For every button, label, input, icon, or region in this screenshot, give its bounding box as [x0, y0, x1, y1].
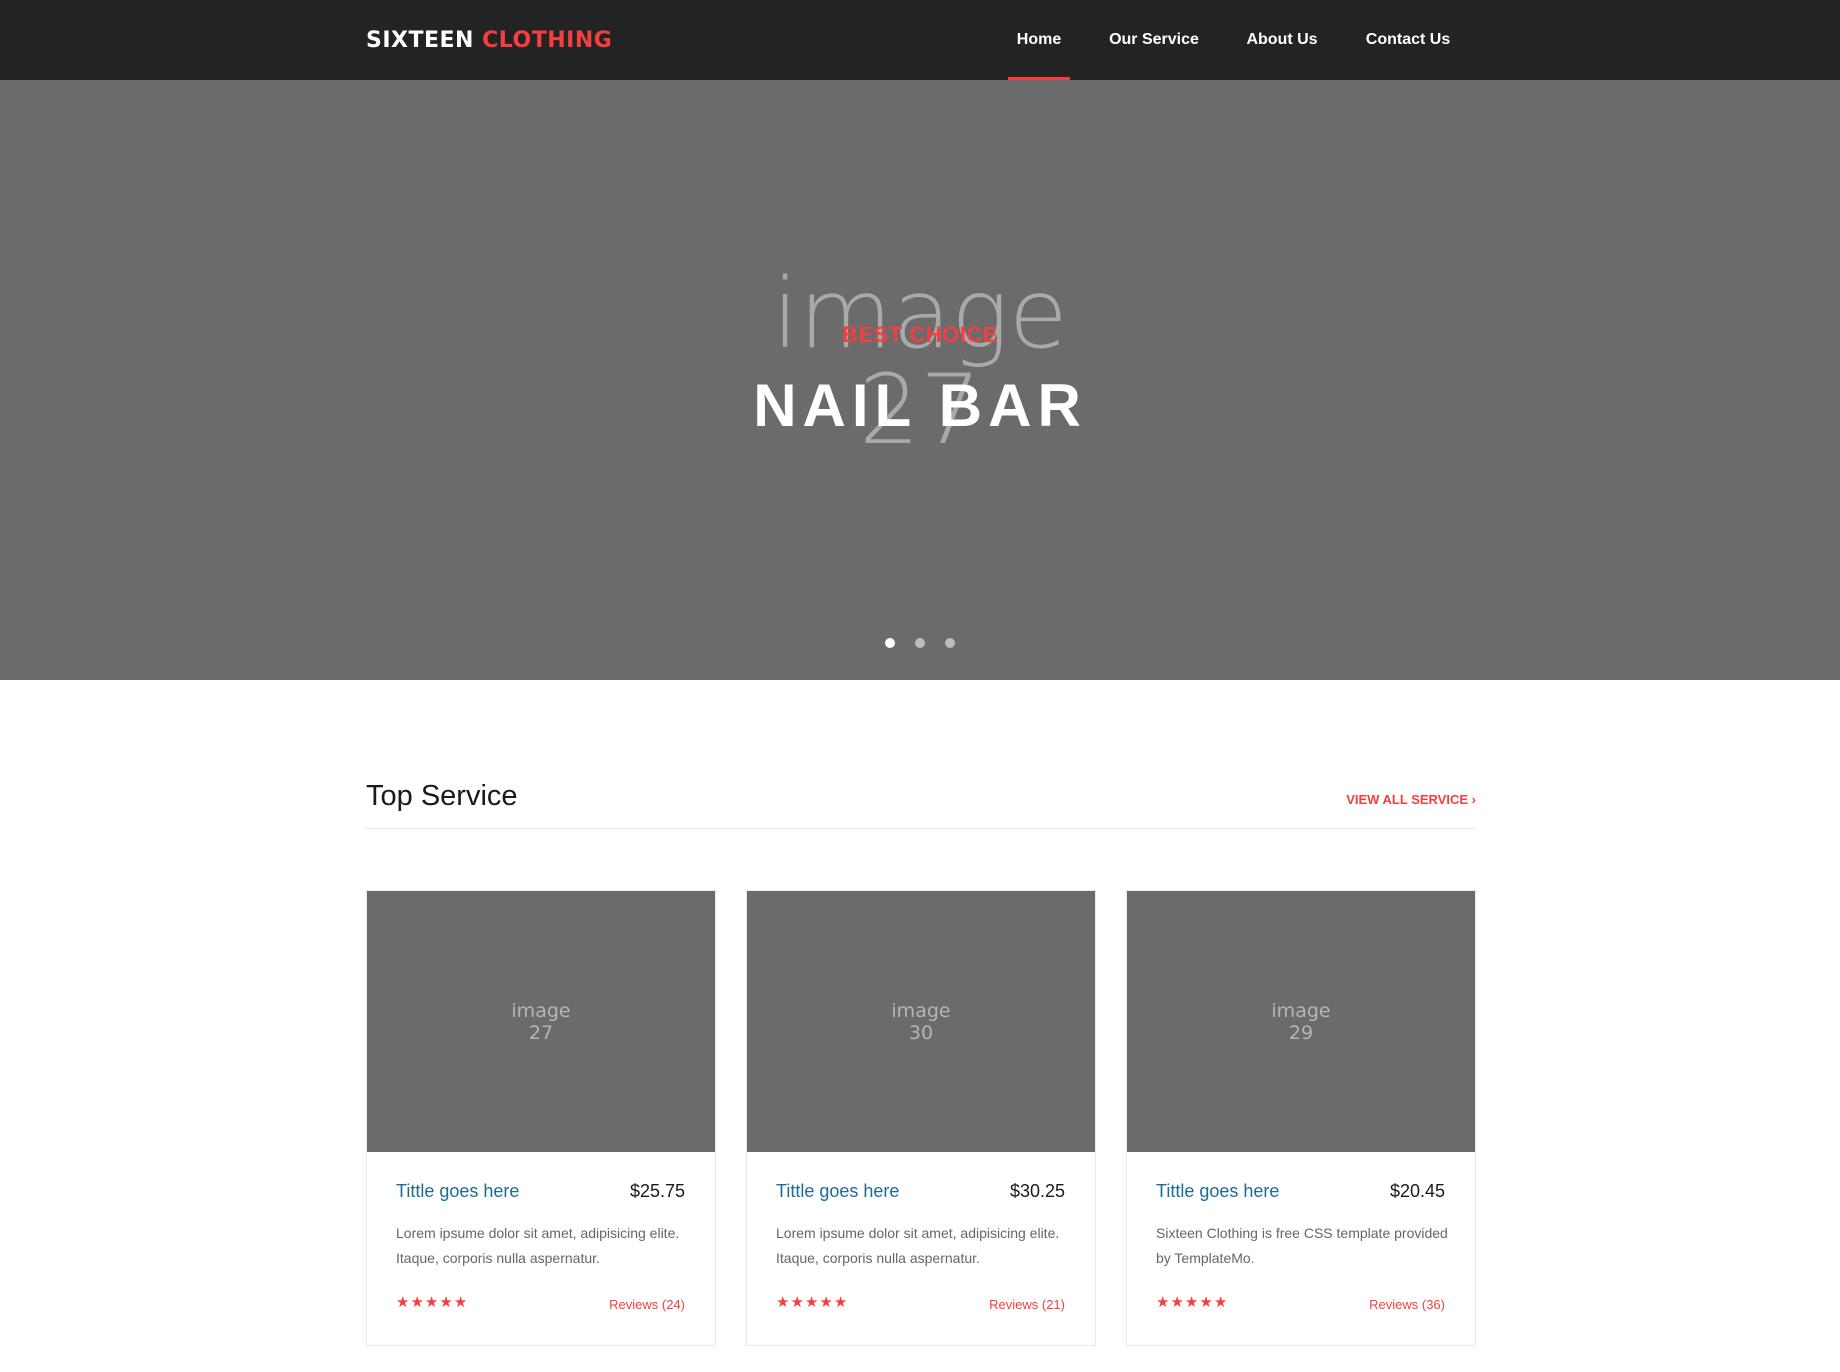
card-description: Lorem ipsume dolor sit amet, adipisicing…: [396, 1225, 680, 1266]
nav-item-label: About Us: [1246, 31, 1318, 48]
star-rating: ★★★★★: [776, 1293, 848, 1311]
service-card: image 30 Tittle goes here $30.25 Lorem i…: [746, 890, 1096, 1346]
star-icon: ★: [453, 1294, 469, 1311]
star-icon: ★: [1199, 1294, 1214, 1311]
star-icon: ★: [439, 1294, 454, 1311]
card-price: $20.45: [1389, 1181, 1445, 1201]
service-card: image 29 Tittle goes here $20.45 Sixteen…: [1126, 890, 1476, 1346]
star-icon: ★: [1184, 1294, 1200, 1311]
top-navbar: SIXTEEN CLOTHING Home Our Service About …: [0, 0, 1840, 80]
star-icon: ★: [819, 1294, 834, 1311]
card-title-link[interactable]: Tittle goes here: [396, 1181, 519, 1202]
star-icon: ★: [804, 1294, 820, 1311]
star-icon: ★: [790, 1294, 805, 1311]
hero-title: NAIL BAR: [753, 372, 1087, 439]
section-title: Top Service: [366, 780, 518, 812]
chevron-right-icon: ›: [1471, 792, 1476, 807]
card-image-number: 29: [1288, 1021, 1314, 1044]
card-image-number: 30: [908, 1021, 934, 1044]
nav-item-our-service[interactable]: Our Service: [1099, 0, 1209, 80]
nav-item-home[interactable]: Home: [1008, 0, 1070, 80]
star-icon: ★: [1170, 1294, 1185, 1311]
card-title-link[interactable]: Tittle goes here: [776, 1181, 899, 1202]
nav-item-about-us[interactable]: About Us: [1237, 0, 1327, 80]
view-all-service-link[interactable]: VIEW ALL SERVICE ›: [1346, 792, 1476, 807]
card-price: $30.25: [1009, 1181, 1065, 1201]
section-divider: [366, 828, 1476, 829]
star-rating: ★★★★★: [1156, 1293, 1228, 1311]
star-icon: ★: [396, 1294, 411, 1311]
card-image-number: 27: [528, 1021, 554, 1044]
star-icon: ★: [776, 1294, 791, 1311]
carousel-dot-1[interactable]: [885, 638, 895, 648]
card-image-word: image: [511, 999, 571, 1022]
nav-item-contact-us[interactable]: Contact Us: [1355, 0, 1461, 80]
carousel-dots: [0, 638, 1840, 648]
card-description: Lorem ipsume dolor sit amet, adipisicing…: [776, 1225, 1060, 1266]
card-image-word: image: [891, 999, 951, 1022]
carousel-dot-3[interactable]: [945, 638, 955, 648]
hero-subtitle: BEST CHOICE: [842, 322, 998, 347]
hero-banner: image 27 BEST CHOICE NAIL BAR: [0, 80, 1840, 680]
logo-text-primary: SIXTEEN: [366, 28, 474, 53]
card-price: $25.75: [629, 1181, 685, 1201]
card-title-link[interactable]: Tittle goes here: [1156, 1181, 1279, 1202]
service-card: image 27 Tittle goes here $25.75 Lorem i…: [366, 890, 716, 1346]
star-icon: ★: [833, 1294, 849, 1311]
carousel-dot-2[interactable]: [915, 638, 925, 648]
nav-item-label: Contact Us: [1365, 31, 1451, 48]
star-icon: ★: [410, 1294, 425, 1311]
star-icon: ★: [1156, 1294, 1171, 1311]
card-reviews-link[interactable]: Reviews (21): [989, 1297, 1065, 1312]
nav-item-label: Our Service: [1109, 31, 1199, 48]
card-image-placeholder[interactable]: image 29: [1127, 891, 1475, 1152]
star-rating: ★★★★★: [396, 1293, 468, 1311]
card-description: Sixteen Clothing is free CSS template pr…: [1156, 1225, 1448, 1266]
card-image-placeholder[interactable]: image 30: [747, 891, 1095, 1152]
card-reviews-link[interactable]: Reviews (24): [609, 1297, 685, 1312]
card-reviews-link[interactable]: Reviews (36): [1369, 1297, 1445, 1312]
site-logo[interactable]: SIXTEEN CLOTHING: [366, 26, 612, 56]
card-image-placeholder[interactable]: image 27: [367, 891, 715, 1152]
nav-item-label: Home: [1016, 31, 1062, 48]
star-icon: ★: [1213, 1294, 1229, 1311]
star-icon: ★: [424, 1294, 440, 1311]
view-all-label: VIEW ALL SERVICE: [1346, 792, 1469, 807]
card-image-word: image: [1271, 999, 1331, 1022]
logo-text-accent: CLOTHING: [482, 28, 613, 53]
